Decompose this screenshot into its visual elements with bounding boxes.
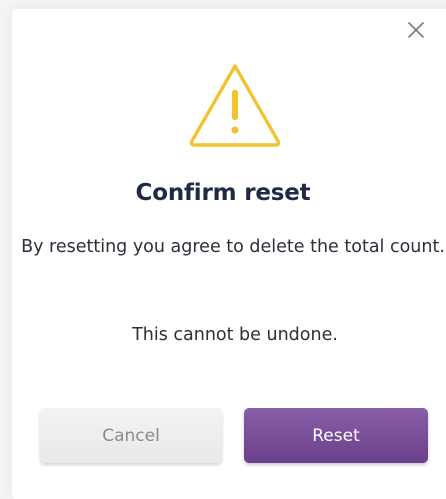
reset-button-label: Reset	[312, 425, 360, 446]
close-button[interactable]	[404, 18, 428, 42]
dialog-note: This cannot be undone.	[132, 325, 338, 345]
cancel-button[interactable]: Cancel	[40, 408, 222, 463]
dialog-title: Confirm reset	[135, 180, 311, 206]
cancel-button-label: Cancel	[102, 425, 160, 446]
dialog-message: By resetting you agree to delete the tot…	[21, 237, 445, 257]
reset-button[interactable]: Reset	[244, 408, 428, 463]
warning-triangle-icon	[189, 64, 281, 147]
close-icon	[408, 22, 424, 38]
